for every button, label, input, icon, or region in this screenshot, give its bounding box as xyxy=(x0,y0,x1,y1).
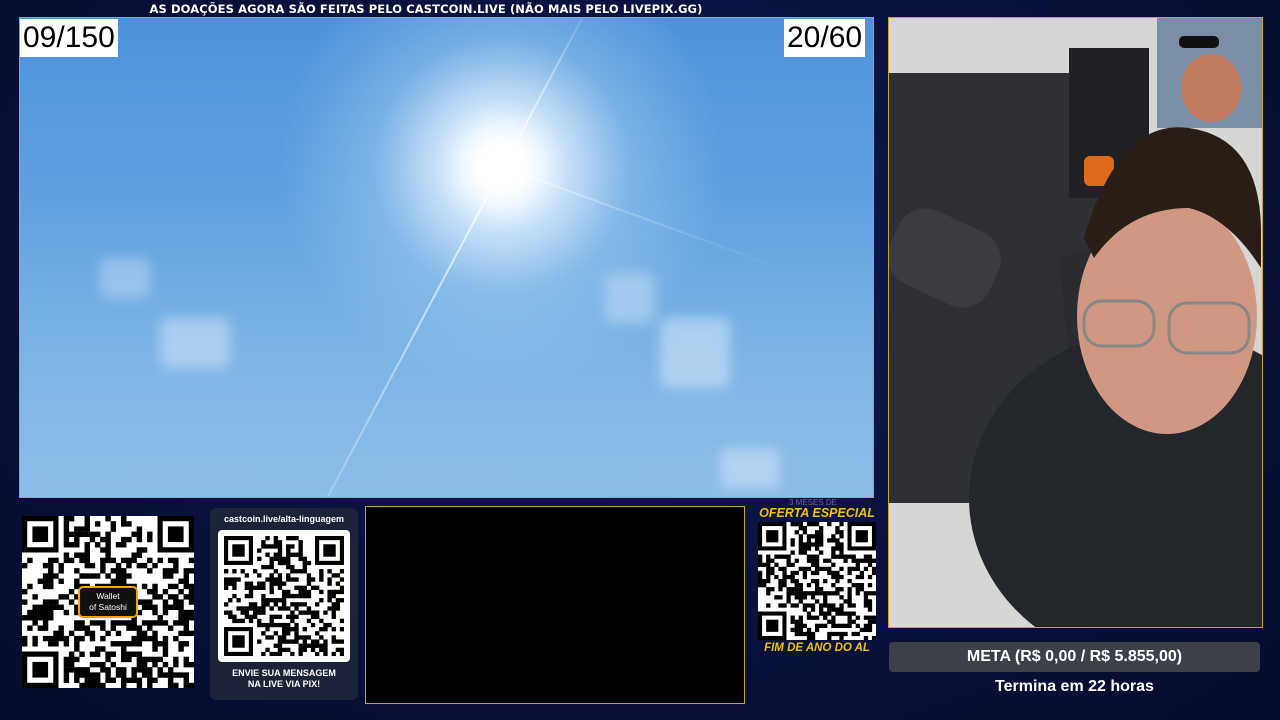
lens-flare xyxy=(720,448,780,488)
stream-video-sky xyxy=(19,17,874,498)
pix-message-text: ENVIE SUA MENSAGEM NA LIVE VIA PIX! xyxy=(210,668,358,690)
donation-ticker: AS DOAÇÕES AGORA SÃO FEITAS PELO CASTCOI… xyxy=(149,2,703,16)
counter-right: 20/60 xyxy=(784,19,866,57)
lens-flare xyxy=(660,318,730,388)
sun-ray xyxy=(257,166,504,497)
counter-left: 09/150 xyxy=(20,19,118,57)
wallet-badge-line2: of Satoshi xyxy=(89,602,127,612)
lens-flare xyxy=(100,258,150,298)
castcoin-url: castcoin.live/alta-linguagem xyxy=(223,514,345,524)
qr-pattern xyxy=(758,522,876,640)
wallet-of-satoshi-badge: Wallet of Satoshi xyxy=(78,586,138,618)
wallet-qr-code[interactable]: Wallet of Satoshi xyxy=(22,516,194,688)
webcam-feed xyxy=(888,17,1263,628)
qr-pattern xyxy=(224,536,344,656)
lens-flare xyxy=(605,273,655,323)
offer-title: OFERTA ESPECIAL xyxy=(759,506,875,520)
sun-ray xyxy=(502,166,786,271)
offer-subtitle: FIM DE ANO DO AL xyxy=(764,642,870,654)
offer-qr-code[interactable] xyxy=(758,522,876,640)
donation-goal-bar: META (R$ 0,00 / R$ 5.855,00) xyxy=(889,642,1260,672)
lens-flare xyxy=(160,318,230,368)
pix-qr-code[interactable] xyxy=(218,530,350,662)
streamer-camera-image xyxy=(889,18,1262,627)
alert-box xyxy=(365,506,745,704)
pix-message-line1: ENVIE SUA MENSAGEM xyxy=(232,668,336,678)
wallet-badge-line1: Wallet xyxy=(96,591,120,601)
pix-message-line2: NA LIVE VIA PIX! xyxy=(247,679,321,689)
sun-ray xyxy=(502,18,598,168)
goal-time-remaining: Termina em 22 horas xyxy=(995,678,1154,695)
pix-message-panel: castcoin.live/alta-linguagem ENVIE SUA M… xyxy=(210,508,358,700)
